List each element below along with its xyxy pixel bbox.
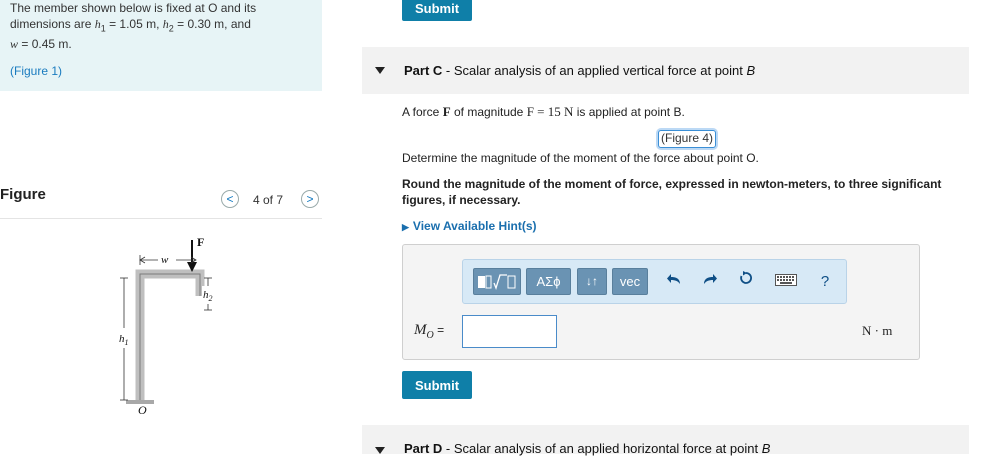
reset-glyph bbox=[740, 271, 752, 284]
keyboard-icon[interactable] bbox=[773, 269, 799, 295]
problem-line-2: dimensions are h1 = 1.05 m, h2 = 0.30 m,… bbox=[10, 16, 310, 36]
part-c-point: B bbox=[746, 63, 756, 78]
greek-symbols-button[interactable]: ΑΣϕ bbox=[526, 268, 571, 295]
unit-label: N · m bbox=[862, 323, 893, 338]
templates-button[interactable] bbox=[473, 268, 521, 295]
help-icon[interactable]: ? bbox=[815, 269, 835, 295]
h2-label-sub: 2 bbox=[209, 294, 213, 303]
answer-label-subscript: O bbox=[426, 329, 434, 341]
part-c-title-text: - Scalar analysis of an applied vertical… bbox=[442, 63, 747, 78]
h1-value: = 1.05 m bbox=[105, 17, 157, 31]
w-label: w bbox=[161, 254, 169, 266]
h1-label-sub: 1 bbox=[125, 338, 129, 347]
force-label: F bbox=[197, 235, 204, 249]
figure-1-link[interactable]: (Figure 1) bbox=[10, 64, 62, 78]
keyboard-glyph bbox=[775, 274, 797, 286]
point-o-label: O bbox=[138, 403, 147, 417]
redo-icon[interactable] bbox=[699, 269, 721, 295]
math-toolbar: ΑΣϕ ↓↑ vec ? bbox=[462, 259, 847, 304]
problem-line-1: The member shown below is fixed at O and… bbox=[10, 1, 257, 15]
moment-answer-input[interactable] bbox=[462, 315, 557, 348]
w-value: = 0.45 m. bbox=[18, 37, 72, 52]
view-hints-link[interactable]: ▶ View Available Hint(s) bbox=[402, 219, 537, 233]
force-statement: A force F of magnitude F = 15 N is appli… bbox=[402, 104, 685, 120]
rounding-instruction: Round the magnitude of the moment of for… bbox=[402, 177, 942, 207]
previous-part-submit-button[interactable]: Submit bbox=[402, 0, 472, 21]
member-shape bbox=[135, 269, 205, 402]
member-outline bbox=[139, 273, 201, 402]
figure-next-button[interactable]: > bbox=[301, 190, 319, 208]
part-c-prefix: Part C bbox=[404, 63, 443, 78]
member-diagram: F w h1 h2 O bbox=[118, 235, 218, 417]
undo-icon[interactable] bbox=[663, 269, 685, 295]
submit-button[interactable]: Submit bbox=[402, 371, 472, 399]
h2-value: = 0.30 m bbox=[173, 17, 225, 31]
hints-label: View Available Hint(s) bbox=[412, 219, 537, 233]
answer-label-symbol: M bbox=[414, 322, 427, 338]
w-symbol: w bbox=[10, 37, 19, 52]
figure-counter: 4 of 7 bbox=[253, 193, 284, 207]
templates-icon bbox=[478, 274, 516, 290]
question-text: Determine the magnitude of the moment of… bbox=[402, 151, 759, 165]
force-symbol: F bbox=[442, 104, 451, 119]
statement-text: A force bbox=[402, 105, 443, 119]
undo-glyph bbox=[667, 274, 680, 284]
separator: , bbox=[156, 17, 163, 31]
part-c-title[interactable]: Part C - Scalar analysis of an applied v… bbox=[404, 63, 755, 78]
figure-panel-title: Figure bbox=[0, 186, 46, 203]
part-c-collapse-icon[interactable] bbox=[375, 67, 385, 74]
reset-icon[interactable] bbox=[735, 269, 757, 295]
figure-4-link[interactable]: (Figure 4) bbox=[658, 130, 717, 148]
part-d-collapse-icon[interactable] bbox=[375, 447, 385, 454]
problem-text: dimensions are bbox=[10, 17, 95, 31]
force-magnitude: F = 15 N bbox=[526, 104, 574, 119]
statement-text: is applied at point B. bbox=[573, 105, 685, 119]
problem-statement: The member shown below is fixed at O and… bbox=[10, 0, 310, 52]
arrows-button[interactable]: ↓↑ bbox=[577, 268, 607, 295]
answer-equals: = bbox=[433, 323, 445, 337]
separator: , and bbox=[224, 17, 251, 31]
hint-triangle-icon: ▶ bbox=[402, 222, 409, 232]
statement-text: of magnitude bbox=[450, 105, 527, 119]
divider bbox=[0, 218, 322, 219]
answer-label: MO = bbox=[414, 321, 444, 341]
figure-prev-button[interactable]: < bbox=[221, 190, 239, 208]
problem-line-3: w = 0.45 m. bbox=[10, 36, 310, 52]
redo-glyph bbox=[704, 274, 717, 284]
vector-button[interactable]: vec bbox=[612, 268, 648, 295]
